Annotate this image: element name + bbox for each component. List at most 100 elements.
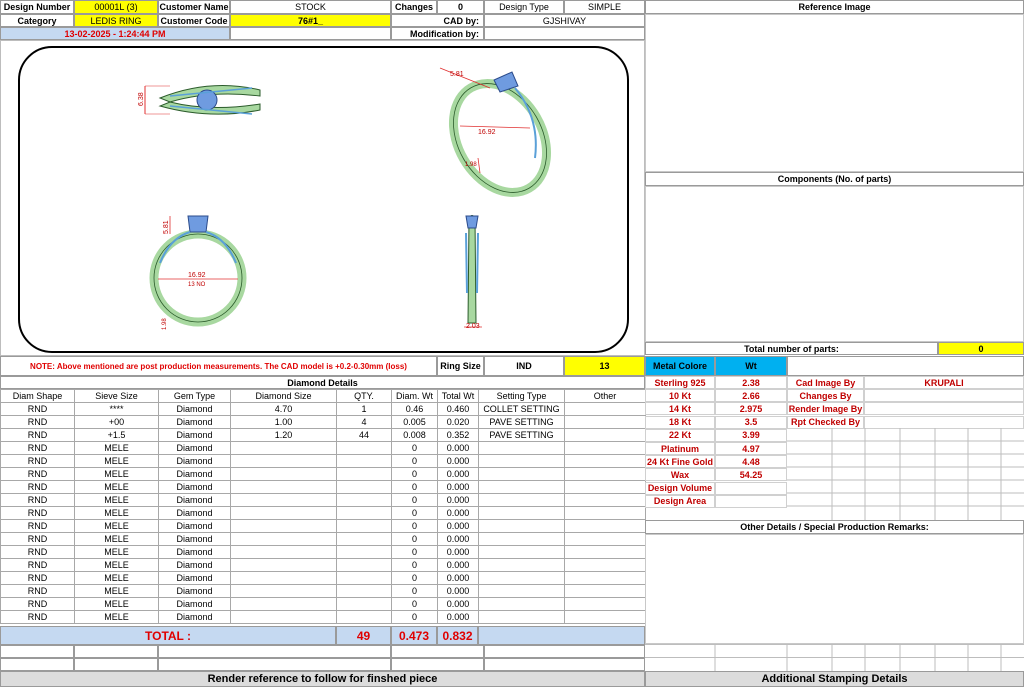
- diamond-cell[interactable]: [564, 428, 646, 442]
- diamond-cell[interactable]: MELE: [74, 532, 159, 546]
- diamond-cell[interactable]: 0: [391, 558, 438, 572]
- diamond-cell[interactable]: [564, 597, 646, 611]
- diamond-cell[interactable]: [564, 441, 646, 455]
- diamond-cell[interactable]: 1: [336, 402, 392, 416]
- diamond-cell[interactable]: 0: [391, 597, 438, 611]
- diamond-cell[interactable]: Diamond: [158, 519, 231, 533]
- reference-image-area[interactable]: [645, 14, 1024, 172]
- metal-weight[interactable]: [715, 494, 787, 508]
- diamond-cell[interactable]: MELE: [74, 610, 159, 624]
- diamond-cell[interactable]: 1.20: [230, 428, 337, 442]
- diamond-cell[interactable]: RND: [0, 441, 75, 455]
- diamond-cell[interactable]: Diamond: [158, 571, 231, 585]
- diamond-cell[interactable]: [230, 467, 337, 481]
- diamond-cell[interactable]: RND: [0, 467, 75, 481]
- diamond-cell[interactable]: [478, 597, 565, 611]
- ring-size-system[interactable]: IND: [484, 356, 564, 376]
- diamond-cell[interactable]: [478, 493, 565, 507]
- diamond-cell[interactable]: [230, 506, 337, 520]
- diamond-cell[interactable]: [230, 480, 337, 494]
- diamond-cell[interactable]: 4: [336, 415, 392, 429]
- diamond-cell[interactable]: ****: [74, 402, 159, 416]
- diamond-cell[interactable]: 0: [391, 506, 438, 520]
- metal-weight[interactable]: 2.975: [715, 402, 787, 416]
- diamond-cell[interactable]: 0: [391, 545, 438, 559]
- diamond-cell[interactable]: 0.000: [437, 519, 479, 533]
- diamond-cell[interactable]: [564, 480, 646, 494]
- diamond-cell[interactable]: 0.000: [437, 584, 479, 598]
- ring-size-value[interactable]: 13: [564, 356, 645, 376]
- diamond-cell[interactable]: 0.000: [437, 467, 479, 481]
- diamond-cell[interactable]: RND: [0, 506, 75, 520]
- diamond-cell[interactable]: MELE: [74, 493, 159, 507]
- diamond-cell[interactable]: [564, 506, 646, 520]
- diamond-cell[interactable]: [336, 519, 392, 533]
- diamond-cell[interactable]: [564, 467, 646, 481]
- metal-weight[interactable]: 4.48: [715, 455, 787, 469]
- diamond-cell[interactable]: RND: [0, 597, 75, 611]
- diamond-cell[interactable]: COLLET SETTING: [478, 402, 565, 416]
- diamond-cell[interactable]: 0: [391, 493, 438, 507]
- diamond-cell[interactable]: Diamond: [158, 441, 231, 455]
- diamond-cell[interactable]: MELE: [74, 441, 159, 455]
- diamond-cell[interactable]: [478, 571, 565, 585]
- diamond-cell[interactable]: [478, 441, 565, 455]
- diamond-cell[interactable]: RND: [0, 558, 75, 572]
- diamond-cell[interactable]: 0.000: [437, 441, 479, 455]
- diamond-cell[interactable]: MELE: [74, 519, 159, 533]
- diamond-cell[interactable]: [230, 571, 337, 585]
- diamond-cell[interactable]: Diamond: [158, 597, 231, 611]
- other-details-area[interactable]: [645, 534, 1024, 644]
- diamond-cell[interactable]: MELE: [74, 545, 159, 559]
- diamond-cell[interactable]: MELE: [74, 506, 159, 520]
- diamond-cell[interactable]: [564, 545, 646, 559]
- diamond-cell[interactable]: 0: [391, 532, 438, 546]
- diamond-cell[interactable]: Diamond: [158, 584, 231, 598]
- diamond-cell[interactable]: [230, 493, 337, 507]
- diamond-cell[interactable]: +00: [74, 415, 159, 429]
- diamond-cell[interactable]: 0.005: [391, 415, 438, 429]
- diamond-cell[interactable]: RND: [0, 519, 75, 533]
- changes-value[interactable]: 0: [437, 0, 484, 14]
- diamond-cell[interactable]: RND: [0, 402, 75, 416]
- diamond-cell[interactable]: [336, 545, 392, 559]
- diamond-cell[interactable]: Diamond: [158, 610, 231, 624]
- customer-code-value[interactable]: 76#1_: [230, 14, 391, 27]
- metal-weight[interactable]: 2.66: [715, 389, 787, 403]
- diamond-cell[interactable]: 0.000: [437, 532, 479, 546]
- diamond-cell[interactable]: 0.000: [437, 558, 479, 572]
- diamond-cell[interactable]: [478, 584, 565, 598]
- diamond-cell[interactable]: [478, 532, 565, 546]
- diamond-cell[interactable]: [230, 584, 337, 598]
- diamond-cell[interactable]: [478, 610, 565, 624]
- diamond-cell[interactable]: 0: [391, 480, 438, 494]
- diamond-cell[interactable]: 4.70: [230, 402, 337, 416]
- diamond-cell[interactable]: RND: [0, 493, 75, 507]
- diamond-cell[interactable]: [230, 610, 337, 624]
- diamond-cell[interactable]: [336, 610, 392, 624]
- diamond-cell[interactable]: [230, 441, 337, 455]
- diamond-cell[interactable]: [336, 467, 392, 481]
- diamond-cell[interactable]: MELE: [74, 454, 159, 468]
- total-parts-value[interactable]: 0: [938, 342, 1024, 355]
- diamond-cell[interactable]: [478, 454, 565, 468]
- diamond-cell[interactable]: MELE: [74, 480, 159, 494]
- diamond-cell[interactable]: [336, 532, 392, 546]
- diamond-cell[interactable]: 0: [391, 441, 438, 455]
- diamond-cell[interactable]: PAVE SETTING: [478, 428, 565, 442]
- diamond-cell[interactable]: PAVE SETTING: [478, 415, 565, 429]
- credit-value[interactable]: [864, 415, 1024, 429]
- diamond-cell[interactable]: [478, 519, 565, 533]
- diamond-cell[interactable]: 0.460: [437, 402, 479, 416]
- diamond-cell[interactable]: 0: [391, 571, 438, 585]
- diamond-cell[interactable]: Diamond: [158, 467, 231, 481]
- diamond-cell[interactable]: 0.000: [437, 597, 479, 611]
- diamond-cell[interactable]: MELE: [74, 571, 159, 585]
- diamond-cell[interactable]: Diamond: [158, 506, 231, 520]
- diamond-cell[interactable]: RND: [0, 454, 75, 468]
- diamond-cell[interactable]: Diamond: [158, 454, 231, 468]
- diamond-cell[interactable]: [564, 571, 646, 585]
- diamond-cell[interactable]: MELE: [74, 584, 159, 598]
- metal-weight[interactable]: 3.99: [715, 428, 787, 442]
- diamond-cell[interactable]: RND: [0, 545, 75, 559]
